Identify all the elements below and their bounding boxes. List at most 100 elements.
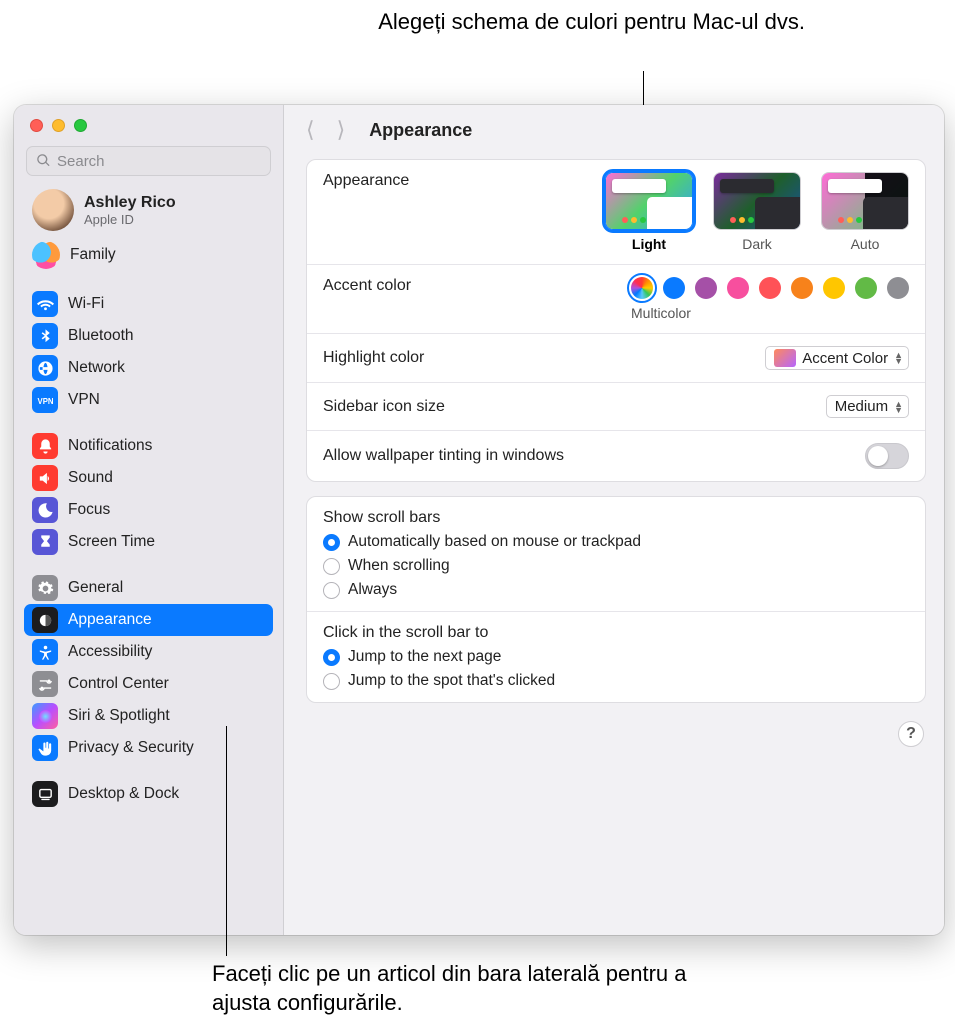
accent-swatch-3[interactable] <box>727 277 749 299</box>
chevron-updown-icon: ▲▼ <box>894 401 903 413</box>
theme-label: Dark <box>742 236 772 252</box>
theme-light[interactable]: Light <box>605 172 693 252</box>
sidebar-item-label: Desktop & Dock <box>68 785 179 803</box>
click-scroll-option-1[interactable]: Jump to the spot that's clicked <box>323 672 909 690</box>
sidebar-item-label: Siri & Spotlight <box>68 707 170 725</box>
tinting-label: Allow wallpaper tinting in windows <box>323 447 564 465</box>
radio-label: Jump to the spot that's clicked <box>348 672 555 690</box>
radio-icon <box>323 558 340 575</box>
page-title: Appearance <box>363 120 472 141</box>
sidebar-account[interactable]: Ashley Rico Apple ID <box>14 184 283 236</box>
appearance-icon <box>32 607 58 633</box>
sidebar-item-accessibility[interactable]: Accessibility <box>14 636 283 668</box>
sidebar-item-notifications[interactable]: Notifications <box>14 430 283 462</box>
sidebar-item-label: Privacy & Security <box>68 739 194 757</box>
highlight-popup[interactable]: Accent Color ▲▼ <box>765 346 909 370</box>
tinting-toggle[interactable] <box>865 443 909 469</box>
settings-window: Ashley Rico Apple ID Family Wi-Fi Bluetoo… <box>14 105 944 935</box>
sidebar-item-label: Appearance <box>68 611 152 629</box>
accent-swatch-0[interactable] <box>631 277 653 299</box>
accent-swatch-5[interactable] <box>791 277 813 299</box>
help-button[interactable]: ? <box>898 721 924 747</box>
access-icon <box>32 639 58 665</box>
back-button[interactable]: ⟨ <box>302 117 319 143</box>
sidebar-size-popup[interactable]: Medium ▲▼ <box>826 395 909 418</box>
radio-label: Always <box>348 581 397 599</box>
accent-swatch-2[interactable] <box>695 277 717 299</box>
radio-icon <box>323 534 340 551</box>
close-button[interactable] <box>30 119 43 132</box>
scrollbars-group: Automatically based on mouse or trackpad… <box>323 533 909 599</box>
sidebar-family[interactable]: Family <box>14 236 283 274</box>
accent-label: Accent color <box>323 277 411 295</box>
accent-swatch-4[interactable] <box>759 277 781 299</box>
scrollbars-label: Show scroll bars <box>323 509 909 527</box>
accent-swatch-1[interactable] <box>663 277 685 299</box>
click-scroll-label: Click in the scroll bar to <box>323 624 909 642</box>
forward-button[interactable]: ⟩ <box>333 117 350 143</box>
content-pane: ⟨ ⟩ Appearance Appearance Light Dark Auto <box>284 105 944 935</box>
sidebar-item-label: Network <box>68 359 125 377</box>
sidebar-item-label: Sound <box>68 469 113 487</box>
accent-selected-label: Multicolor <box>631 305 691 321</box>
sidebar-item-label: Wi-Fi <box>68 295 104 313</box>
sidebar-size-value: Medium <box>835 398 888 415</box>
accent-swatches <box>631 277 909 299</box>
theme-auto[interactable]: Auto <box>821 172 909 252</box>
appearance-label: Appearance <box>323 172 409 190</box>
chevron-updown-icon: ▲▼ <box>894 352 903 364</box>
theme-dark[interactable]: Dark <box>713 172 801 252</box>
search-input[interactable] <box>26 146 271 176</box>
sidebar-item-label: Screen Time <box>68 533 155 551</box>
hand-icon <box>32 735 58 761</box>
sidebar-item-label: Focus <box>68 501 110 519</box>
sidebar-item-screentime[interactable]: Screen Time <box>14 526 283 558</box>
sidebar-item-wifi[interactable]: Wi-Fi <box>14 288 283 320</box>
sidebar-item-bluetooth[interactable]: Bluetooth <box>14 320 283 352</box>
sidebar-item-siri[interactable]: Siri & Spotlight <box>14 700 283 732</box>
minimize-button[interactable] <box>52 119 65 132</box>
sidebar-item-focus[interactable]: Focus <box>14 494 283 526</box>
click-scroll-option-0[interactable]: Jump to the next page <box>323 648 909 666</box>
zoom-button[interactable] <box>74 119 87 132</box>
scrollbars-option-2[interactable]: Always <box>323 581 909 599</box>
family-icon <box>32 241 60 269</box>
appearance-card: Appearance Light Dark Auto Accent color Mu… <box>306 159 926 482</box>
moon-icon <box>32 497 58 523</box>
sidebar-item-desktop[interactable]: Desktop & Dock <box>14 778 283 810</box>
topbar: ⟨ ⟩ Appearance <box>284 105 944 153</box>
family-label: Family <box>70 246 116 264</box>
gear-icon <box>32 575 58 601</box>
sidebar-item-label: General <box>68 579 123 597</box>
vpn-icon: VPN <box>32 387 58 413</box>
account-name: Ashley Rico <box>84 194 176 212</box>
scrollbars-option-0[interactable]: Automatically based on mouse or trackpad <box>323 533 909 551</box>
sidebar-item-privacy[interactable]: Privacy & Security <box>14 732 283 764</box>
scrollbars-option-1[interactable]: When scrolling <box>323 557 909 575</box>
dock-icon <box>32 781 58 807</box>
sidebar-item-vpn[interactable]: VPNVPN <box>14 384 283 416</box>
avatar <box>32 189 74 231</box>
sidebar-item-appearance[interactable]: Appearance <box>24 604 273 636</box>
sidebar-size-label: Sidebar icon size <box>323 398 445 416</box>
radio-label: When scrolling <box>348 557 450 575</box>
sidebar-item-controlcenter[interactable]: Control Center <box>14 668 283 700</box>
sidebar-item-label: Accessibility <box>68 643 152 661</box>
bt-icon <box>32 323 58 349</box>
highlight-value: Accent Color <box>802 350 888 367</box>
accent-swatch-8[interactable] <box>887 277 909 299</box>
callout-bottom: Faceți clic pe un articol din bara later… <box>212 960 692 1017</box>
highlight-label: Highlight color <box>323 349 424 367</box>
scroll-card: Show scroll bars Automatically based on … <box>306 496 926 703</box>
sidebar-item-sound[interactable]: Sound <box>14 462 283 494</box>
bell-icon <box>32 433 58 459</box>
highlight-preview <box>774 349 796 367</box>
svg-text:VPN: VPN <box>37 397 53 406</box>
sidebar-item-network[interactable]: Network <box>14 352 283 384</box>
siri-icon <box>32 703 58 729</box>
sidebar-item-general[interactable]: General <box>14 572 283 604</box>
accent-swatch-6[interactable] <box>823 277 845 299</box>
accent-swatch-7[interactable] <box>855 277 877 299</box>
search-icon <box>36 153 51 168</box>
theme-label: Auto <box>851 236 880 252</box>
